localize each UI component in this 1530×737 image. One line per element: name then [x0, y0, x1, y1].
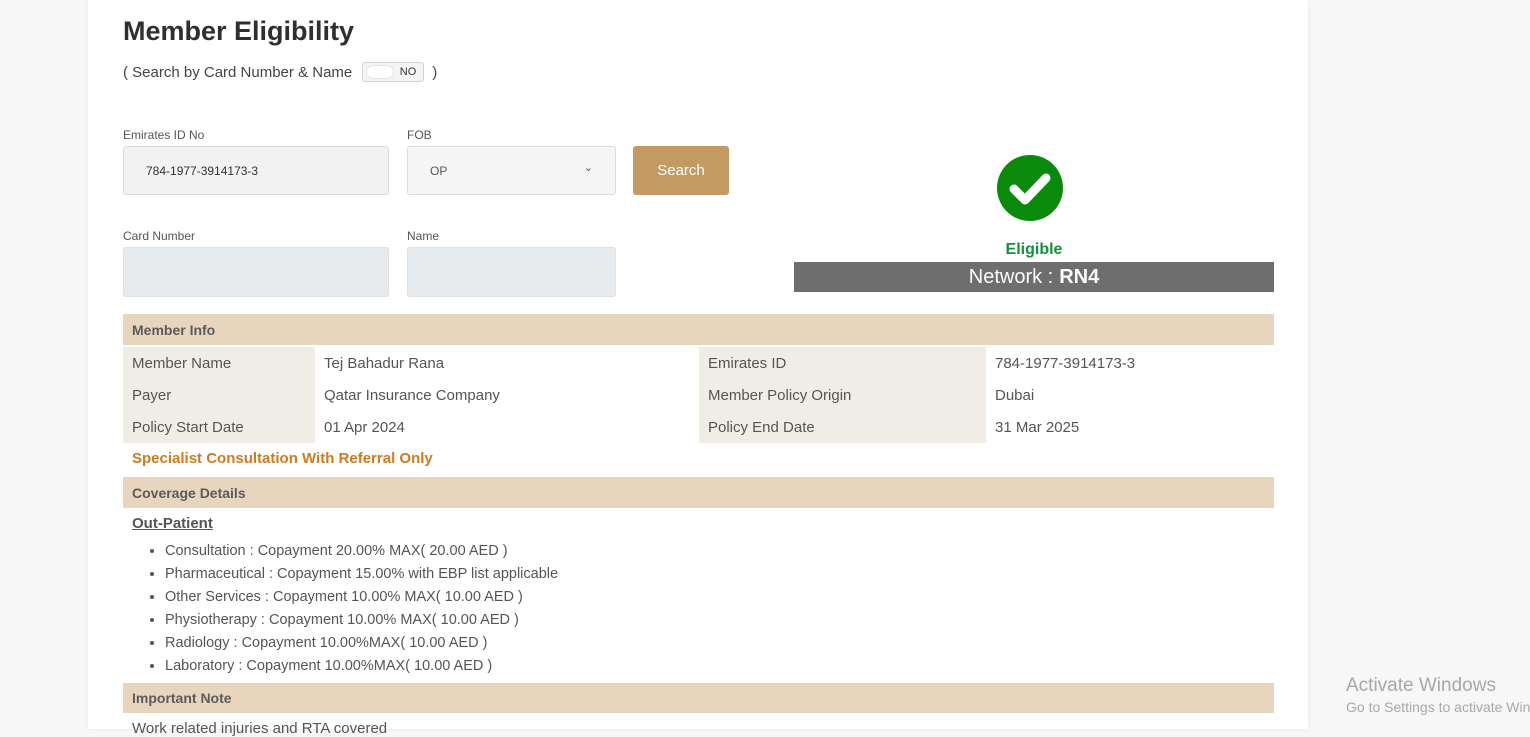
fob-select[interactable]: OP ⌄ [407, 146, 616, 195]
card-number-label: Card Number [123, 229, 196, 243]
search-mode-toggle[interactable]: NO [362, 62, 425, 82]
fob-label: FOB [407, 128, 432, 142]
card-number-input[interactable] [123, 247, 389, 297]
search-mode-line: ( Search by Card Number & Name NO ) [123, 62, 437, 82]
toggle-value: NO [399, 66, 417, 78]
network-value: RN4 [1059, 265, 1100, 288]
check-circle-icon [997, 155, 1063, 221]
info-label: Policy End Date [699, 411, 986, 443]
info-value: 31 Mar 2025 [995, 418, 1080, 436]
info-value: Dubai [995, 386, 1035, 404]
info-value: 01 Apr 2024 [324, 418, 405, 436]
outpatient-subheader: Out-Patient [132, 515, 213, 532]
emirates-id-label: Emirates ID No [123, 128, 205, 142]
info-row: Payer Qatar Insurance Company Member Pol… [123, 379, 1274, 411]
list-item: Pharmaceutical : Copayment 15.00% with E… [165, 564, 558, 587]
chevron-down-icon: ⌄ [583, 162, 593, 174]
specialist-note: Specialist Consultation With Referral On… [132, 450, 433, 467]
info-label: Emirates ID [699, 347, 986, 379]
member-info-header: Member Info [123, 314, 1274, 345]
network-bar: Network : RN4 [794, 262, 1274, 292]
important-note-header: Important Note [123, 683, 1274, 713]
info-row: Policy Start Date 01 Apr 2024 Policy End… [123, 411, 1274, 443]
info-label: Member Name [123, 347, 315, 379]
toggle-knob [366, 65, 395, 79]
name-input[interactable] [407, 247, 616, 297]
emirates-id-input[interactable]: 784-1977-3914173-3 [123, 146, 389, 195]
watermark-title: Activate Windows [1346, 675, 1496, 696]
fob-selected-value: OP [430, 163, 448, 178]
name-label: Name [407, 229, 440, 243]
watermark-subtitle: Go to Settings to activate Windows. [1346, 699, 1530, 715]
coverage-list: Consultation : Copayment 20.00% MAX( 20.… [145, 541, 558, 679]
eligibility-status: Eligible [1005, 241, 1063, 258]
info-value: 784-1977-3914173-3 [995, 354, 1136, 372]
list-item: Laboratory : Copayment 10.00%MAX( 10.00 … [165, 656, 558, 679]
list-item: Other Services : Copayment 10.00% MAX( 1… [165, 587, 558, 610]
list-item: Radiology : Copayment 10.00%MAX( 10.00 A… [165, 633, 558, 656]
list-item: Consultation : Copayment 20.00% MAX( 20.… [165, 541, 558, 564]
windows-activation-watermark: Activate Windows Go to Settings to activ… [1346, 675, 1530, 715]
page-title: Member Eligibility [123, 16, 355, 46]
info-label: Payer [123, 379, 315, 411]
info-label: Policy Start Date [123, 411, 315, 443]
info-value: Qatar Insurance Company [324, 386, 500, 404]
info-row: Member Name Tej Bahadur Rana Emirates ID… [123, 347, 1274, 379]
search-button[interactable]: Search [633, 146, 729, 195]
info-value: Tej Bahadur Rana [324, 354, 445, 372]
info-label: Member Policy Origin [699, 379, 986, 411]
coverage-header: Coverage Details [123, 477, 1274, 508]
network-label: Network : [968, 265, 1054, 288]
list-item: Physiotherapy : Copayment 10.00% MAX( 10… [165, 610, 558, 633]
toggle-suffix: ) [432, 63, 438, 81]
toggle-prefix: ( Search by Card Number & Name [123, 63, 353, 81]
